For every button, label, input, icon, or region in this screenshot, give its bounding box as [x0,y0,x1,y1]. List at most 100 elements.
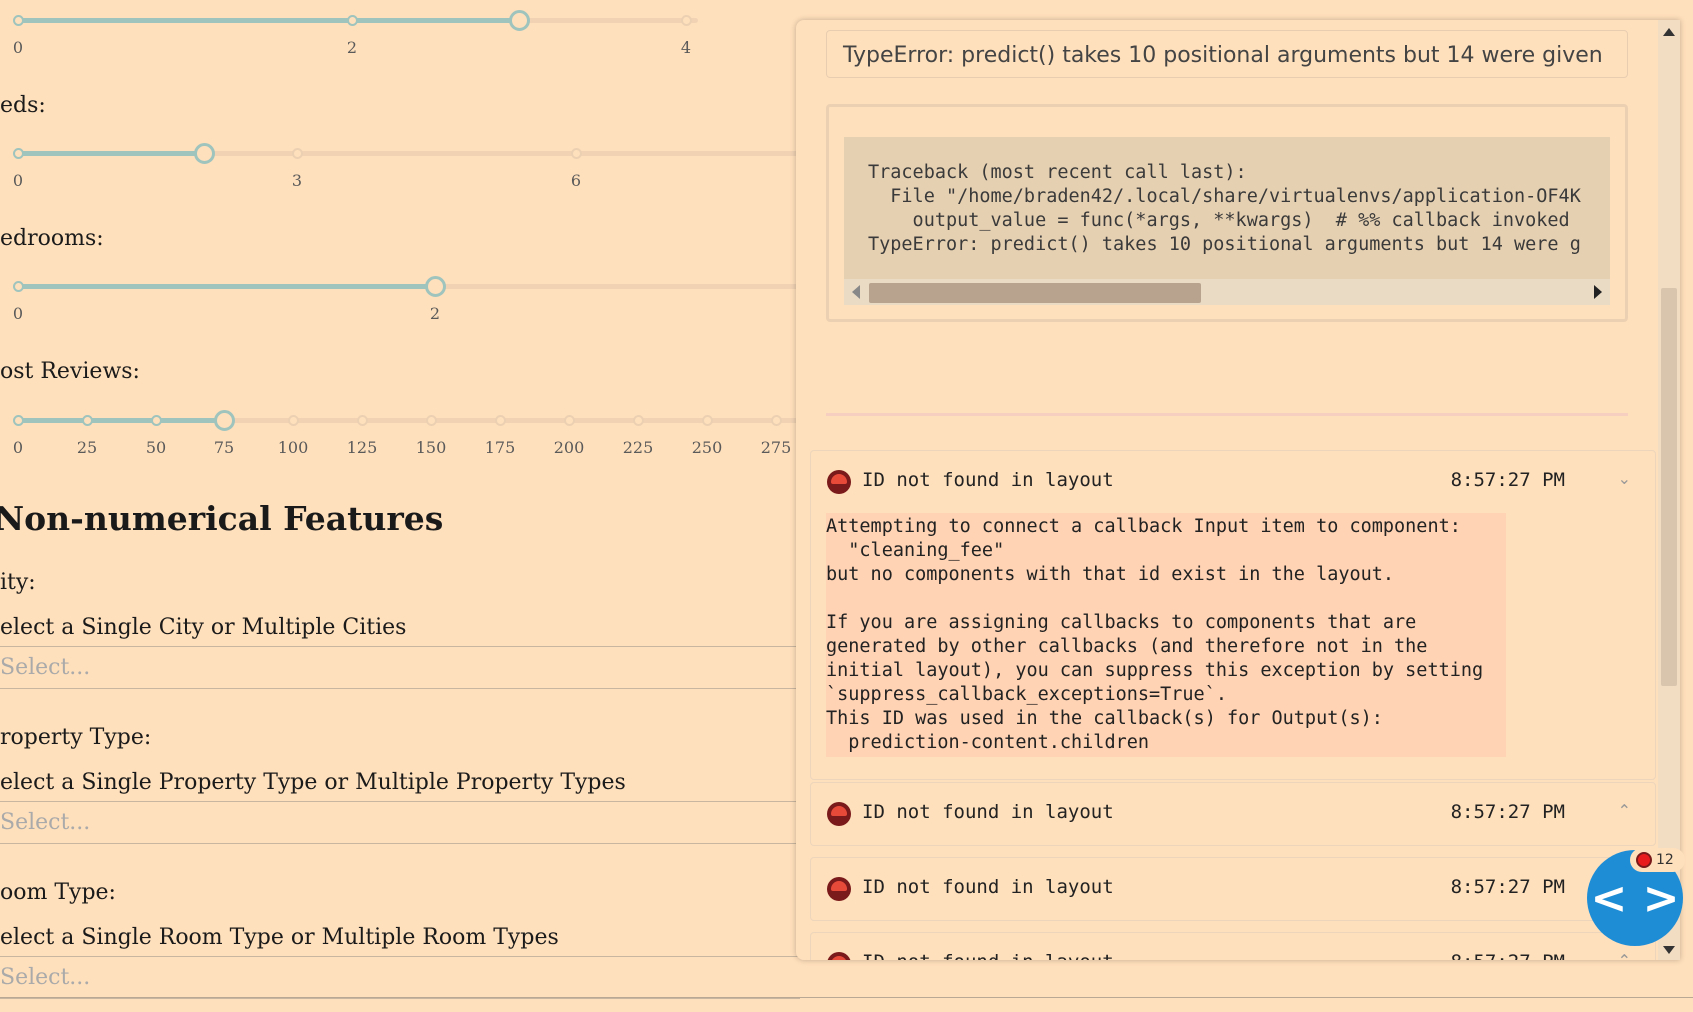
chevron-up-icon[interactable]: ⌃ [1618,801,1631,820]
city-dropdown-group: ity: elect a Single City or Multiple Cit… [0,570,800,689]
slider-dot [12,148,24,159]
chevron-down-icon[interactable]: ⌄ [1618,469,1631,488]
property-type-select[interactable]: Select... [0,802,800,844]
error-message: TypeError: predict() takes 10 positional… [826,30,1628,78]
error-dot-icon [1636,852,1652,868]
traceback-text: Traceback (most recent call last): File … [868,162,1581,255]
city-select[interactable]: Select... [0,647,800,689]
error-card-time: 8:57:27 PM [1451,951,1565,960]
slider-mark: 125 [346,438,378,457]
beds-slider[interactable]: 0 3 6 [12,133,798,190]
slider-top[interactable]: 0 2 4 [12,0,698,57]
room-type-hint: elect a Single Room Type or Multiple Roo… [0,925,559,950]
slider-handle[interactable] [193,143,215,164]
slider-dot [287,415,299,426]
error-card[interactable]: ID not found in layout 8:57:27 PM ⌃ [810,782,1656,846]
slider-dot [346,15,358,26]
vertical-scrollbar[interactable] [1658,20,1680,960]
slider-dot [770,415,782,426]
bug-icon [827,952,851,960]
error-card-time: 8:57:27 PM [1450,876,1565,898]
beds-label: eds: [0,93,46,118]
slider-mark: 2 [346,38,358,57]
slider-dot [563,415,575,426]
room-type-label: oom Type: [0,880,116,905]
section-title: Non-numerical Features [0,499,444,538]
slider-mark: 0 [12,438,24,457]
slider-mark: 275 [760,438,792,457]
slider-mark: 100 [277,438,309,457]
error-card-header[interactable]: ID not found in layout 8:57:27 PM ⌄ [811,451,1655,513]
most-reviews-label: ost Reviews: [0,359,140,384]
city-hint: elect a Single City or Multiple Cities [0,615,407,640]
slider-mark: 0 [12,304,24,323]
slider-mark: 200 [553,438,585,457]
bedrooms-label: edrooms: [0,226,104,251]
room-type-dropdown-group: oom Type: elect a Single Room Type or Mu… [0,880,800,999]
error-count-badge[interactable]: 12 [1630,848,1685,872]
slider-dot [680,15,692,26]
error-card-title: ID not found in layout [862,801,1114,823]
city-label: ity: [0,570,36,595]
slider-mark: 4 [680,38,692,57]
traceback-scroll[interactable]: Traceback (most recent call last): File … [844,137,1610,305]
slider-mark: 6 [570,171,582,190]
slider-dot [12,281,24,292]
slider-mark: 225 [622,438,654,457]
slider-mark: 50 [145,438,167,457]
slider-dot [150,415,162,426]
most-reviews-slider[interactable]: 0 25 50 75 100 125 150 175 200 225 250 2… [12,400,798,457]
slider-dot [494,415,506,426]
chevron-up-icon[interactable]: ⌃ [1618,951,1631,960]
slider-dot [81,415,93,426]
slider-dot [12,15,24,26]
error-card[interactable]: ID not found in layout 8:57:27 PM ⌄ [810,857,1656,921]
error-card-time: 8:57:27 PM [1450,801,1565,823]
slider-dot [425,415,437,426]
room-type-select[interactable]: Select... [0,957,800,999]
slider-mark: 2 [429,304,441,323]
error-card-title: ID not found in layout [862,876,1114,898]
error-card-header[interactable]: ID not found in layout 8:57:27 PM ⌃ [811,933,1655,960]
traceback-box: Traceback (most recent call last): File … [826,104,1628,322]
error-card-header[interactable]: ID not found in layout 8:57:27 PM ⌄ [811,858,1655,920]
code-brackets-icon: < > [1590,872,1680,924]
bug-icon [827,877,851,901]
scroll-right-icon[interactable] [1594,285,1602,299]
scroll-down-icon[interactable] [1663,946,1675,954]
slider-mark: 175 [484,438,516,457]
slider-mark: 0 [12,38,24,57]
scroll-thumb[interactable] [1661,288,1677,686]
error-card-title: ID not found in layout [862,951,1114,960]
slider-dot [701,415,713,426]
slider-mark: 3 [291,171,303,190]
slider-mark: 150 [415,438,447,457]
error-card-header[interactable]: ID not found in layout 8:57:27 PM ⌃ [811,783,1655,845]
error-card-time: 8:57:27 PM [1450,469,1565,491]
slider-mark: 250 [691,438,723,457]
property-type-label: roperty Type: [0,725,152,750]
slider-dot [12,415,24,426]
slider-mark: 75 [213,438,235,457]
slider-handle[interactable] [213,410,235,431]
bedrooms-slider[interactable]: 0 2 [12,266,798,323]
slider-dot [291,148,303,159]
scroll-left-icon[interactable] [852,285,860,299]
scroll-thumb[interactable] [869,283,1201,303]
slider-dot [570,148,582,159]
slider-handle[interactable] [424,276,446,297]
slider-handle[interactable] [508,10,530,31]
property-type-dropdown-group: roperty Type: elect a Single Property Ty… [0,725,800,844]
error-count: 12 [1656,852,1674,868]
error-card[interactable]: ID not found in layout 8:57:27 PM ⌄ Atte… [810,450,1656,780]
bug-icon [827,470,851,494]
error-panel: TypeError: predict() takes 10 positional… [796,20,1680,960]
error-card-title: ID not found in layout [862,469,1114,491]
slider-mark: 0 [12,171,24,190]
feature-form: 0 2 4 eds: 0 3 6 edrooms: 0 2 ost Review… [0,0,800,1012]
scroll-up-icon[interactable] [1663,28,1675,36]
bug-icon [827,802,851,826]
error-card[interactable]: ID not found in layout 8:57:27 PM ⌃ [810,932,1656,960]
horizontal-scrollbar[interactable] [844,279,1610,305]
error-card-body: Attempting to connect a callback Input i… [826,513,1506,757]
